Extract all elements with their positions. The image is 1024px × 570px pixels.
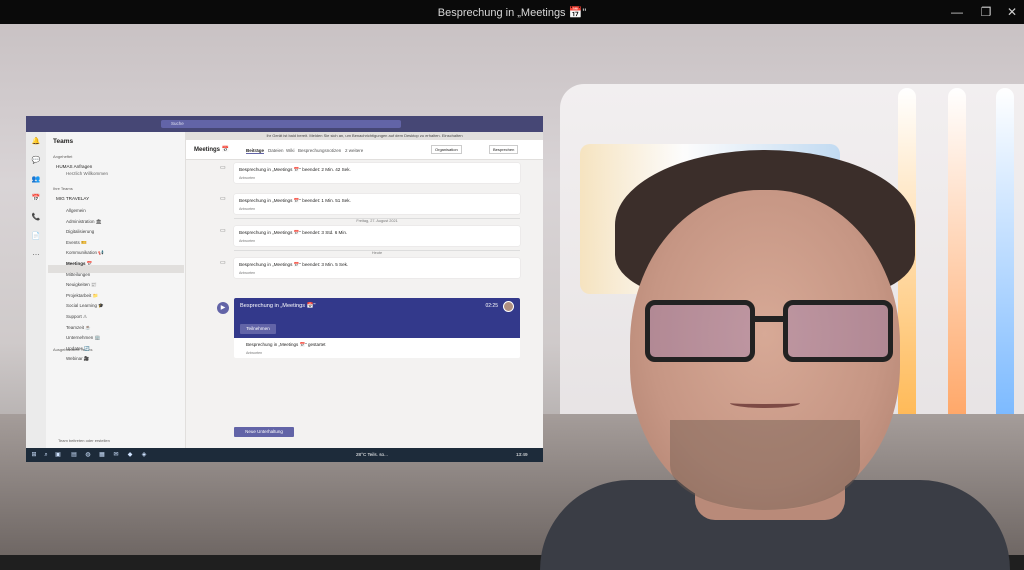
files-icon[interactable]: 📄 bbox=[31, 232, 41, 246]
channel-item[interactable]: Social Learning 🎓 bbox=[66, 303, 104, 309]
message-text: Besprechung in „Meetings 📅" beendet: 1 M… bbox=[239, 198, 351, 203]
teams-icon[interactable]: 👥 bbox=[31, 175, 41, 189]
tab-files[interactable]: Dateien bbox=[268, 148, 284, 153]
activity-icon[interactable]: 🔔 bbox=[31, 137, 41, 151]
weather-widget[interactable]: 28°C Teils. so... bbox=[356, 452, 388, 457]
clock: 13:49 bbox=[516, 452, 528, 457]
message-card[interactable]: Besprechung in „Meetings 📅" beendet: 1 M… bbox=[234, 194, 520, 214]
message-text: Besprechung in „Meetings 📅" beendet: 3 S… bbox=[239, 230, 348, 235]
search-icon[interactable]: ⌕ bbox=[42, 451, 50, 459]
tab-posts[interactable]: Beiträge bbox=[246, 148, 265, 154]
your-teams-label: Ihre Teams bbox=[53, 186, 73, 191]
channel-item[interactable]: Updates 🔄 bbox=[66, 346, 90, 352]
teams-list-panel: Teams Angeheftet HUMAS Anfragen Herzlich… bbox=[46, 132, 186, 448]
date-divider: Heute bbox=[234, 250, 520, 255]
channel-item[interactable]: Events 🎫 bbox=[66, 240, 87, 246]
join-create-team[interactable]: Team beitreten oder erstellen bbox=[58, 438, 110, 443]
message-text: Besprechung in „Meetings 📅" beendet: 3 M… bbox=[239, 262, 349, 267]
team-name[interactable]: MIG TRAVELAY bbox=[56, 196, 89, 201]
channel-item[interactable]: Digitalisierung bbox=[66, 229, 94, 234]
tab-more[interactable]: 2 weitere bbox=[345, 148, 363, 153]
reply-link[interactable]: Antworten bbox=[239, 207, 255, 211]
new-conversation-button[interactable]: Neue Unterhaltung bbox=[234, 427, 294, 437]
channel-item[interactable]: Projektarbeit 📁 bbox=[66, 293, 98, 299]
channel-item[interactable]: Unternehmen 🏢 bbox=[66, 335, 100, 341]
window-titlebar: Besprechung in „Meetings 📅" — ❐ ✕ bbox=[0, 0, 1024, 24]
tab-wiki[interactable]: Wiki bbox=[286, 148, 295, 153]
channel-item[interactable]: Kommunikation 📢 bbox=[66, 250, 104, 256]
reply-link[interactable]: Antworten bbox=[239, 271, 255, 275]
teams-search-input[interactable]: Suche bbox=[161, 120, 401, 128]
channel-item[interactable]: Neuigkeiten 📰 bbox=[66, 282, 97, 288]
apps-icon[interactable]: ⋯ bbox=[31, 251, 41, 265]
meeting-icon: ▶ bbox=[217, 302, 229, 314]
channel-item[interactable]: Mitteilungen bbox=[66, 272, 90, 277]
video-call-icon: ▭ bbox=[220, 165, 226, 171]
video-call-icon: ▭ bbox=[220, 260, 226, 266]
calendar-icon[interactable]: 📅 bbox=[31, 194, 41, 208]
taskview-icon[interactable]: ▣ bbox=[54, 451, 62, 459]
video-call-icon: ▭ bbox=[220, 228, 226, 234]
meet-button[interactable]: Besprechen bbox=[489, 145, 519, 154]
notification-banner: Ihr Gerät ist bald bereit. Melden Sie si… bbox=[186, 132, 543, 140]
maximize-button[interactable]: ❐ bbox=[975, 3, 997, 21]
mail-icon[interactable]: ✉ bbox=[112, 451, 120, 459]
channel-header: Meetings 📅 Beiträge Dateien Wiki Besprec… bbox=[186, 140, 543, 160]
reply-link[interactable]: Antworten bbox=[239, 176, 255, 180]
teams-topbar: Suche bbox=[26, 116, 543, 132]
participant-mouth bbox=[730, 398, 800, 408]
participant-glasses bbox=[645, 300, 895, 366]
channel-item[interactable]: Teamzeit ☕ bbox=[66, 325, 91, 331]
reply-link[interactable]: Antworten bbox=[246, 351, 262, 355]
message-text: Besprechung in „Meetings 📅" beendet: 2 M… bbox=[239, 167, 351, 172]
message-card[interactable]: Besprechung in „Meetings 📅" beendet: 3 M… bbox=[234, 258, 520, 278]
meeting-started-card: Besprechung in „Meetings 📅" gestartet An… bbox=[234, 338, 520, 358]
message-card[interactable]: Besprechung in „Meetings 📅" beendet: 3 S… bbox=[234, 226, 520, 246]
video-call-icon: ▭ bbox=[220, 196, 226, 202]
channel-item[interactable]: Support ⚠ bbox=[66, 314, 87, 320]
meeting-started-text: Besprechung in „Meetings 📅" gestartet bbox=[246, 342, 326, 347]
start-icon[interactable]: ⊞ bbox=[30, 451, 38, 459]
message-card[interactable]: Besprechung in „Meetings 📅" beendet: 2 M… bbox=[234, 163, 520, 183]
channel-item[interactable]: Meetings 📅 bbox=[66, 261, 92, 267]
shared-screen: Suche 🔔 💬 👥 📅 📞 📄 ⋯ Teams Angeheftet HUM… bbox=[26, 116, 543, 462]
minimize-button[interactable]: — bbox=[946, 3, 968, 21]
participant-beard bbox=[670, 420, 860, 510]
channel-item[interactable]: Webinar 🎥 bbox=[66, 356, 90, 362]
participant-video bbox=[520, 150, 1020, 570]
explorer-icon[interactable]: ▤ bbox=[70, 451, 78, 459]
teams-taskbar-icon[interactable]: ▦ bbox=[98, 451, 106, 459]
app-icon[interactable]: ◈ bbox=[140, 451, 148, 459]
window-title: Besprechung in „Meetings 📅" bbox=[437, 7, 587, 19]
close-button[interactable]: ✕ bbox=[1001, 3, 1023, 21]
reply-link[interactable]: Antworten bbox=[239, 239, 255, 243]
browser-icon[interactable]: ◍ bbox=[84, 451, 92, 459]
channel-item[interactable]: Allgemein bbox=[66, 208, 86, 213]
panel-title: Teams bbox=[53, 138, 74, 145]
pinned-team[interactable]: HUMAS Anfragen bbox=[56, 164, 92, 169]
app-icon[interactable]: ◆ bbox=[126, 451, 134, 459]
avatar bbox=[503, 301, 514, 312]
live-meeting-title: Besprechung in „Meetings 📅" bbox=[240, 303, 316, 309]
channel-item[interactable]: Administration 🏛 bbox=[66, 219, 101, 225]
chat-icon[interactable]: 💬 bbox=[31, 156, 41, 170]
organisation-button[interactable]: Organisation bbox=[431, 145, 462, 154]
app-rail: 🔔 💬 👥 📅 📞 📄 ⋯ bbox=[26, 132, 46, 448]
date-divider: Freitag, 27. August 2021 bbox=[234, 218, 520, 223]
meeting-timer: 02:25 bbox=[485, 303, 498, 309]
join-button[interactable]: Teilnehmen bbox=[240, 324, 276, 334]
tab-meeting-notes[interactable]: Besprechungsnotizen bbox=[298, 148, 341, 153]
channel-title: Meetings 📅 bbox=[194, 147, 230, 153]
windows-taskbar: ⊞ ⌕ ▣ ▤ ◍ ▦ ✉ ◆ ◈ 28°C Teils. so... 13:4… bbox=[26, 448, 543, 462]
pinned-label: Angeheftet bbox=[53, 154, 73, 159]
channel-pane: Ihr Gerät ist bald bereit. Melden Sie si… bbox=[186, 132, 543, 448]
live-meeting-banner: Besprechung in „Meetings 📅" 02:25 Teilne… bbox=[234, 298, 520, 338]
calls-icon[interactable]: 📞 bbox=[31, 213, 41, 227]
pinned-channel[interactable]: Herzlich Willkommen bbox=[66, 171, 108, 176]
